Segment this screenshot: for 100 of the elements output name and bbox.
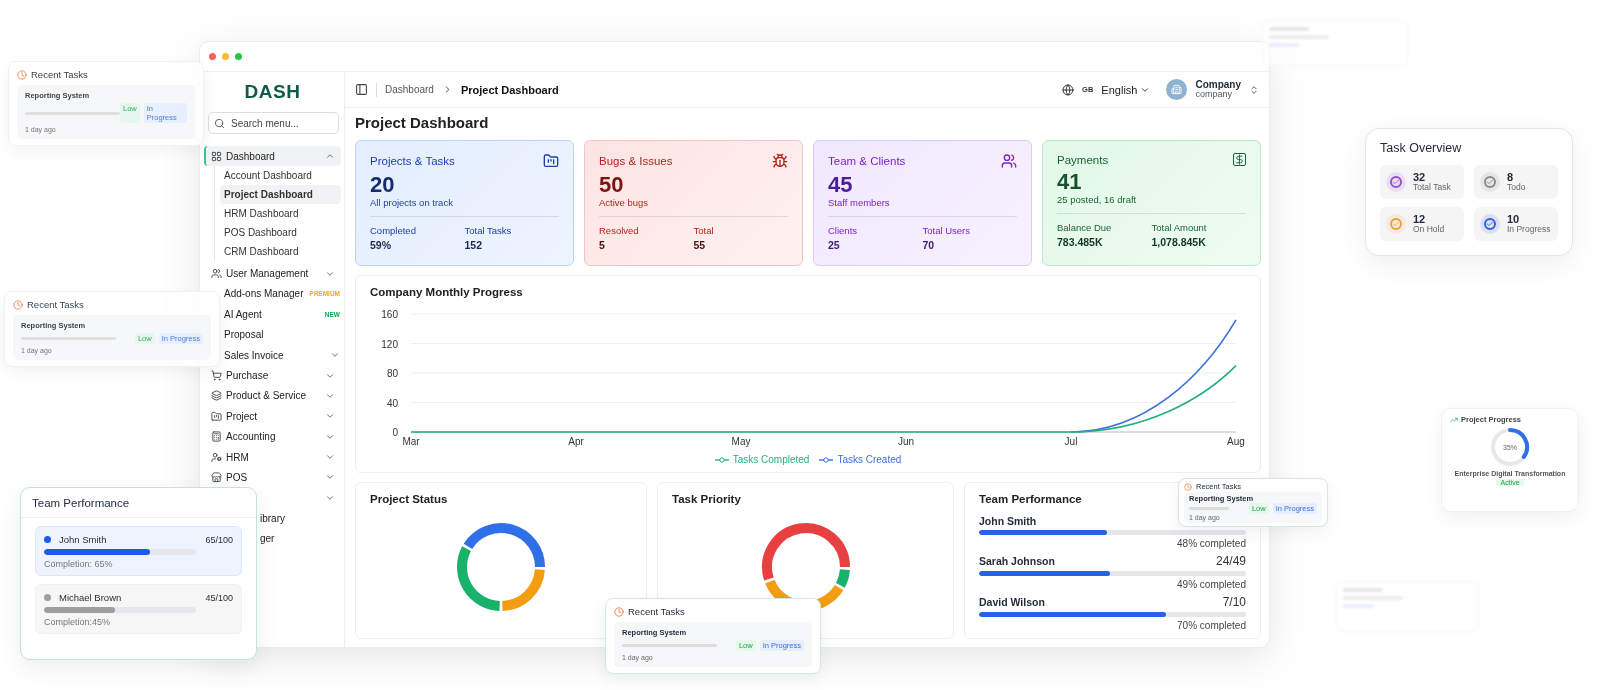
card-title: Team Performance — [979, 493, 1082, 505]
metric-value: 152 — [464, 239, 484, 252]
sidebar-item[interactable]: Product & Service — [204, 385, 341, 407]
card-title: Team & Clients — [828, 155, 906, 167]
member-name: David Wilson — [979, 596, 1045, 608]
stat-label: Todo — [1507, 183, 1526, 193]
y-axis-label: 0 — [392, 427, 398, 438]
layers-icon — [211, 390, 222, 402]
logo: DASH — [243, 80, 302, 104]
sidebar-label: HRM — [226, 451, 250, 463]
card-title: Task Overview — [1380, 141, 1463, 155]
y-axis-label: 160 — [381, 309, 398, 320]
sidebar-item[interactable]: Accounting — [204, 426, 341, 447]
sidebar-label: Dashboard — [226, 150, 276, 162]
y-axis-label: 80 — [386, 368, 398, 379]
cart-icon — [211, 370, 222, 382]
maximize-button[interactable] — [235, 53, 242, 60]
legend-marker-icon — [819, 456, 834, 463]
metric-value: 70 — [922, 239, 936, 252]
member-name: John Smith — [979, 515, 1037, 527]
sidebar-item[interactable]: Sales Invoice — [219, 344, 341, 366]
stat-value: 12 — [1413, 213, 1427, 226]
y-axis-label: 40 — [386, 397, 398, 409]
sidebar-label: Proposal — [224, 329, 265, 341]
x-axis-label: Jun — [897, 436, 915, 447]
sidebar-item[interactable]: Purchase — [204, 365, 341, 386]
sidebar-label: Purchase — [226, 370, 270, 382]
member-row[interactable]: John Smith 65/100 Completion: 65% — [35, 526, 242, 576]
legend-marker-icon — [714, 456, 729, 463]
metric-label: Total Amount — [1151, 222, 1208, 234]
stat-label: On Hold — [1413, 225, 1445, 235]
card-title: Bugs & Issues — [599, 155, 673, 167]
legend-label: Tasks Created — [837, 454, 902, 465]
sidebar-label: Accounting — [226, 431, 277, 443]
account-role: company — [1195, 90, 1232, 99]
sidebar-item[interactable]: POS — [204, 467, 341, 488]
card-title: Project Status — [370, 493, 448, 505]
member-name: Michael Brown — [59, 592, 123, 603]
card-title: Task Priority — [672, 493, 741, 505]
stat-caption: Staff members — [828, 197, 1017, 218]
card-title: Recent Tasks — [27, 299, 84, 310]
sidebar-toggle-icon[interactable] — [355, 83, 368, 96]
sidebar-item[interactable]: Project — [204, 406, 341, 427]
search-field[interactable]: Search menu... — [208, 112, 339, 134]
sidebar-item[interactable]: ibrary — [260, 508, 341, 529]
page-title: Project Dashboard — [355, 114, 490, 131]
progress-ring — [1489, 426, 1531, 468]
minimize-button[interactable] — [222, 53, 229, 60]
member-row[interactable]: Michael Brown 45/100 Completion:45% — [35, 584, 242, 634]
sidebar-label: Product & Service — [226, 390, 308, 402]
metric-label: Balance Due — [1057, 222, 1113, 234]
sidebar-label: User Management — [226, 268, 310, 280]
sidebar-item[interactable]: ger — [260, 528, 341, 549]
folder-chart-icon — [543, 153, 559, 169]
card-title: Payments — [1057, 153, 1109, 166]
language-selector[interactable]: English — [1101, 83, 1151, 96]
sidebar-subitem[interactable]: Project Dashboard — [220, 185, 341, 205]
legend-label: Tasks Completed — [732, 454, 810, 465]
completion-text: 48% completed — [1176, 538, 1246, 549]
clock-icon — [614, 606, 624, 617]
sidebar-item[interactable]: User Management — [204, 263, 341, 284]
metric-label: Completed — [370, 225, 417, 237]
stat-caption: 25 posted, 16 draft — [1057, 194, 1246, 215]
stat-value: 10 — [1507, 213, 1521, 226]
clock-icon — [1184, 482, 1192, 491]
users-icon — [211, 268, 222, 280]
card-title: Projects & Tasks — [370, 155, 455, 167]
trend-icon — [1450, 415, 1458, 424]
clock-icon — [17, 69, 27, 80]
bug-icon — [772, 153, 788, 169]
sidebar-item[interactable]: Proposal — [219, 324, 341, 345]
completion-text: Completion: 65% — [44, 559, 114, 569]
metric-value: 5 — [599, 239, 606, 252]
close-button[interactable] — [209, 53, 216, 60]
sidebar-item[interactable]: HRM — [204, 446, 341, 468]
user-gear-icon — [211, 451, 222, 463]
completion-text: 70% completed — [1176, 620, 1246, 631]
y-axis-label: 120 — [381, 338, 398, 350]
account-switch-icon[interactable] — [1249, 84, 1259, 95]
avatar[interactable] — [1166, 79, 1188, 100]
sidebar-subitem[interactable]: HRM Dashboard — [220, 204, 341, 224]
sidebar-item[interactable]: Dashboard — [204, 146, 341, 167]
stat-value: 8 — [1507, 171, 1514, 184]
sidebar-subitem[interactable]: CRM Dashboard — [220, 242, 341, 262]
sidebar-subitem[interactable]: Account Dashboard — [220, 166, 341, 186]
completion-text: 49% completed — [1176, 579, 1246, 590]
search-icon — [214, 117, 225, 129]
account-name: Company — [1195, 80, 1241, 90]
stat-label: In Progress — [1507, 225, 1551, 235]
metric-label: Clients — [828, 225, 859, 237]
member-score: 7/10 — [1222, 595, 1246, 609]
grid-icon — [211, 150, 222, 162]
metric-value: 25 — [828, 239, 841, 252]
dollar-icon — [1233, 153, 1246, 166]
card-title: Recent Tasks — [31, 69, 88, 80]
member-name: John Smith — [59, 534, 108, 545]
member-name: Sarah Johnson — [979, 555, 1055, 567]
stat-value: 20 — [370, 173, 396, 198]
sidebar-subitem[interactable]: POS Dashboard — [220, 223, 341, 243]
breadcrumb-item[interactable]: Dashboard — [385, 84, 434, 95]
